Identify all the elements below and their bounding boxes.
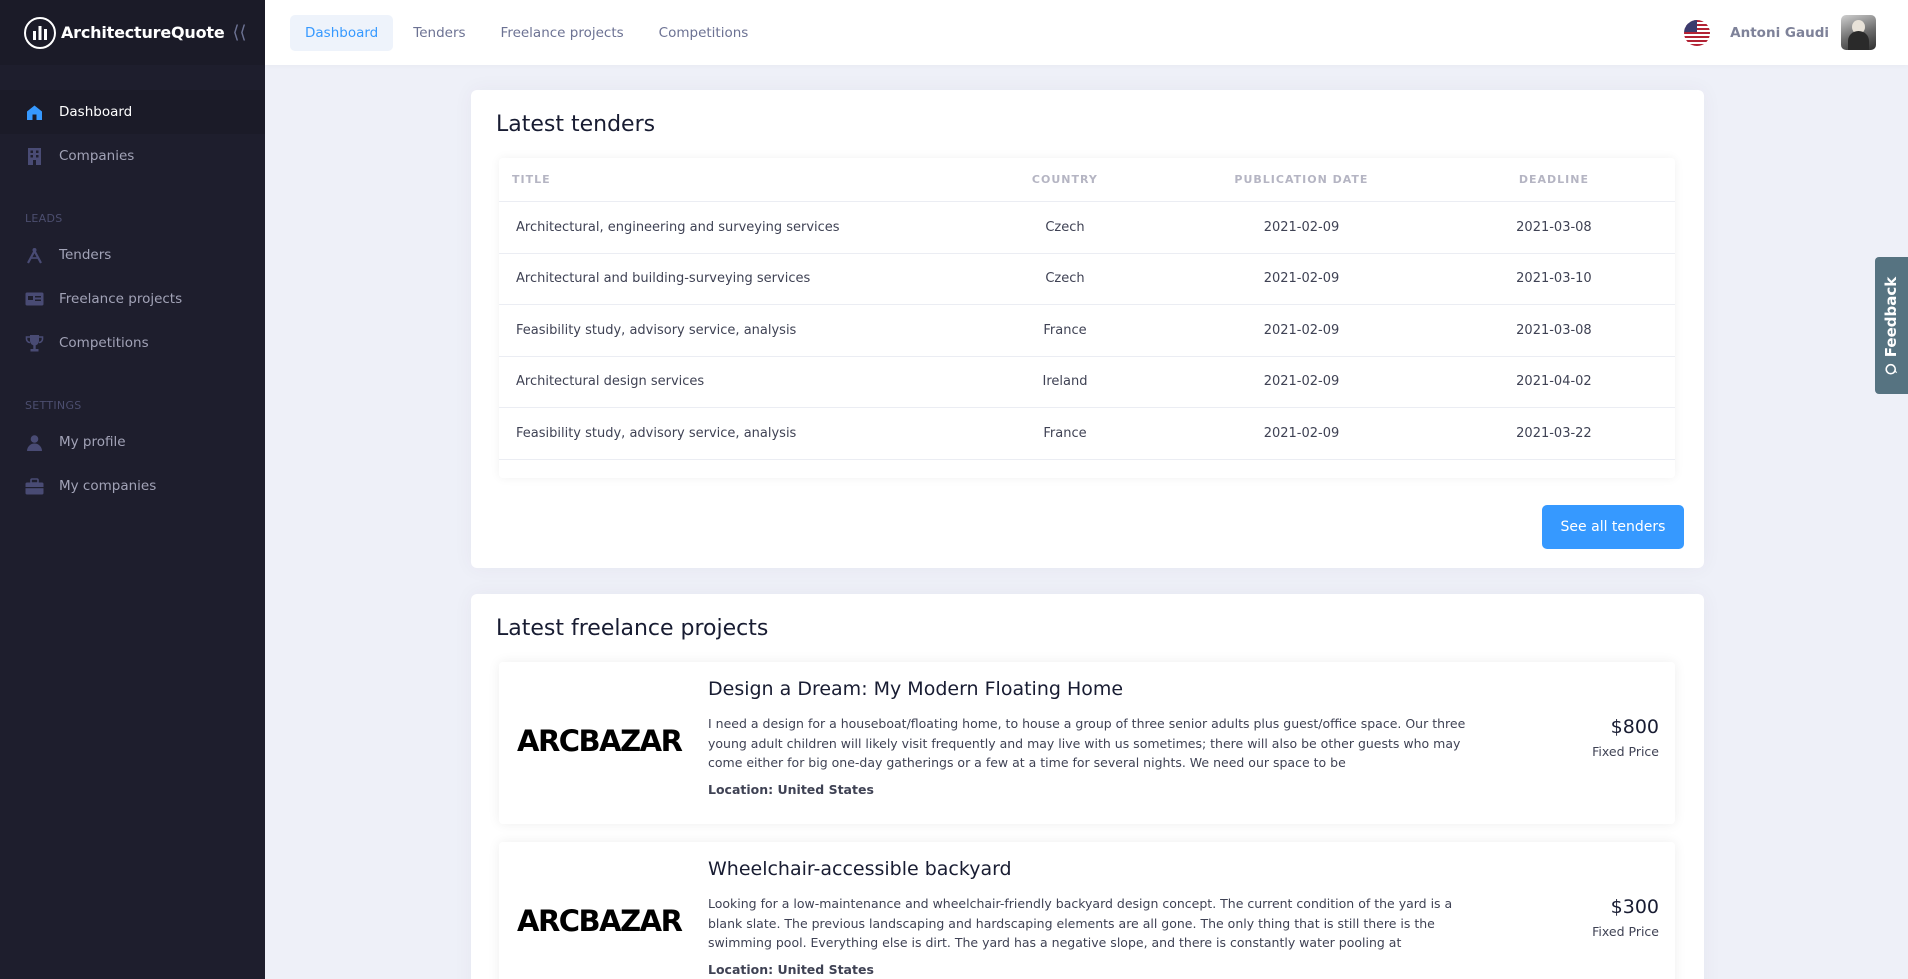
table-row[interactable]: Architectural and building-surveying ser… bbox=[499, 254, 1675, 305]
table-row[interactable]: Feasibility study, advisory service, ana… bbox=[499, 408, 1675, 460]
feedback-label: Feedback bbox=[1882, 276, 1901, 357]
project-price-type: Fixed Price bbox=[1592, 744, 1659, 759]
feedback-button[interactable]: Feedback bbox=[1875, 257, 1908, 394]
table-row[interactable]: Architectural, engineering and surveying… bbox=[499, 202, 1675, 254]
column-header-title[interactable]: TITLE bbox=[499, 173, 960, 186]
column-header-country[interactable]: COUNTRY bbox=[960, 173, 1170, 186]
project-card[interactable]: ARCBAZAR Wheelchair-accessible backyard … bbox=[499, 842, 1675, 979]
logo-icon bbox=[24, 16, 56, 49]
tender-deadline: 2021-03-08 bbox=[1516, 322, 1592, 338]
sidebar-item-label: My companies bbox=[59, 478, 157, 494]
project-description: I need a design for a houseboat/floating… bbox=[708, 716, 1466, 770]
sidebar-item-tenders[interactable]: Tenders bbox=[0, 233, 265, 277]
tender-publication-date: 2021-02-09 bbox=[1263, 374, 1340, 390]
brand-name: ArchitectureQuote bbox=[61, 23, 225, 42]
collapse-sidebar-icon[interactable]: ⟨⟨ bbox=[232, 22, 246, 43]
sidebar-item-label: My profile bbox=[59, 434, 126, 450]
tender-title: Feasibility study, advisory service, ana… bbox=[516, 322, 797, 338]
table-row[interactable]: Architectural design services Ireland 20… bbox=[499, 357, 1675, 408]
column-header-deadline[interactable]: DEADLINE bbox=[1433, 173, 1675, 186]
tender-title: Architectural, engineering and surveying… bbox=[516, 219, 840, 235]
arcbazar-logo: ARCBAZAR bbox=[517, 904, 683, 938]
tender-deadline: 2021-04-02 bbox=[1516, 374, 1592, 390]
table-row[interactable]: Feasibility study, advisory service, ana… bbox=[499, 305, 1675, 357]
topnav-freelance-projects[interactable]: Freelance projects bbox=[486, 15, 639, 51]
top-nav: Dashboard Tenders Freelance projects Com… bbox=[290, 14, 768, 51]
card-icon bbox=[24, 289, 44, 309]
sidebar-item-label: Companies bbox=[59, 148, 135, 164]
trophy-icon bbox=[24, 333, 44, 353]
sidebar-item-my-companies[interactable]: My companies bbox=[0, 464, 265, 508]
sidebar-item-label: Competitions bbox=[59, 335, 149, 351]
tender-country: Czech bbox=[1045, 219, 1085, 235]
compass-icon bbox=[24, 245, 44, 265]
tender-publication-date: 2021-02-09 bbox=[1263, 425, 1340, 441]
latest-freelance-projects-card: Latest freelance projects ARCBAZAR Desig… bbox=[471, 594, 1704, 979]
tender-country: Czech bbox=[1045, 271, 1085, 287]
topnav-competitions[interactable]: Competitions bbox=[644, 15, 764, 51]
sidebar-item-companies[interactable]: Companies bbox=[0, 134, 265, 178]
tender-title: Architectural and building-surveying ser… bbox=[516, 271, 811, 287]
tender-title: Architectural design services bbox=[516, 374, 705, 390]
avatar[interactable] bbox=[1841, 15, 1876, 50]
topnav-dashboard[interactable]: Dashboard bbox=[290, 14, 394, 51]
project-location: Location: United States bbox=[708, 962, 874, 977]
tender-deadline: 2021-03-22 bbox=[1516, 425, 1592, 441]
sidebar-item-label: Tenders bbox=[59, 247, 112, 263]
sidebar-item-freelance-projects[interactable]: Freelance projects bbox=[0, 277, 265, 321]
project-card[interactable]: ARCBAZAR Design a Dream: My Modern Float… bbox=[499, 662, 1675, 824]
user-icon bbox=[24, 432, 44, 452]
project-price-type: Fixed Price bbox=[1592, 924, 1659, 939]
tender-deadline: 2021-03-08 bbox=[1516, 219, 1592, 235]
project-location: Location: United States bbox=[708, 782, 874, 797]
tenders-table: TITLE COUNTRY PUBLICATION DATE DEADLINE … bbox=[499, 158, 1675, 568]
tender-deadline: 2021-03-10 bbox=[1516, 271, 1592, 287]
top-header: Dashboard Tenders Freelance projects Com… bbox=[265, 0, 1908, 65]
tenders-table-panel: TITLE COUNTRY PUBLICATION DATE DEADLINE … bbox=[499, 158, 1675, 478]
leads-section-title: LEADS bbox=[25, 212, 63, 225]
sidebar-menu: Dashboard Companies LEADS Tenders Freela… bbox=[0, 65, 265, 508]
project-description: Looking for a low-maintenance and wheelc… bbox=[708, 896, 1453, 950]
latest-tenders-title: Latest tenders bbox=[496, 112, 656, 137]
sidebar-item-label: Freelance projects bbox=[59, 291, 183, 307]
arcbazar-logo: ARCBAZAR bbox=[517, 724, 683, 758]
column-header-publication-date[interactable]: PUBLICATION DATE bbox=[1170, 173, 1433, 186]
project-title[interactable]: Design a Dream: My Modern Floating Home bbox=[708, 678, 1123, 700]
table-header: TITLE COUNTRY PUBLICATION DATE DEADLINE bbox=[499, 158, 1675, 202]
building-icon bbox=[24, 146, 44, 166]
tender-title: Feasibility study, advisory service, ana… bbox=[516, 425, 797, 441]
sidebar-item-competitions[interactable]: Competitions bbox=[0, 321, 265, 365]
tender-publication-date: 2021-02-09 bbox=[1263, 271, 1340, 287]
tender-country: France bbox=[1043, 425, 1087, 441]
project-title[interactable]: Wheelchair-accessible backyard bbox=[708, 858, 1012, 880]
topnav-tenders[interactable]: Tenders bbox=[398, 15, 480, 51]
user-name[interactable]: Antoni Gaudi bbox=[1730, 25, 1829, 41]
settings-section-title: SETTINGS bbox=[25, 399, 82, 412]
project-price: $300 bbox=[1610, 896, 1659, 918]
tender-publication-date: 2021-02-09 bbox=[1263, 322, 1340, 338]
tender-country: Ireland bbox=[1042, 374, 1088, 390]
sidebar-item-dashboard[interactable]: Dashboard bbox=[0, 90, 265, 134]
briefcase-icon bbox=[24, 476, 44, 496]
feedback-bubble-icon bbox=[1885, 363, 1898, 375]
header-user-area: Antoni Gaudi bbox=[1684, 15, 1876, 50]
sidebar-item-label: Dashboard bbox=[59, 104, 133, 120]
latest-tenders-card: Latest tenders TITLE COUNTRY PUBLICATION… bbox=[471, 90, 1704, 568]
us-flag-icon[interactable] bbox=[1684, 19, 1711, 46]
see-all-tenders-button[interactable]: See all tenders bbox=[1542, 505, 1684, 549]
tender-publication-date: 2021-02-09 bbox=[1263, 219, 1340, 235]
tender-country: France bbox=[1043, 322, 1087, 338]
brand[interactable]: ArchitectureQuote ⟨⟨ bbox=[0, 0, 265, 65]
sidebar: ArchitectureQuote ⟨⟨ Dashboard Companies… bbox=[0, 0, 265, 979]
home-icon bbox=[24, 102, 44, 122]
sidebar-item-my-profile[interactable]: My profile bbox=[0, 420, 265, 464]
project-price: $800 bbox=[1610, 716, 1659, 738]
latest-freelance-projects-title: Latest freelance projects bbox=[496, 616, 769, 641]
